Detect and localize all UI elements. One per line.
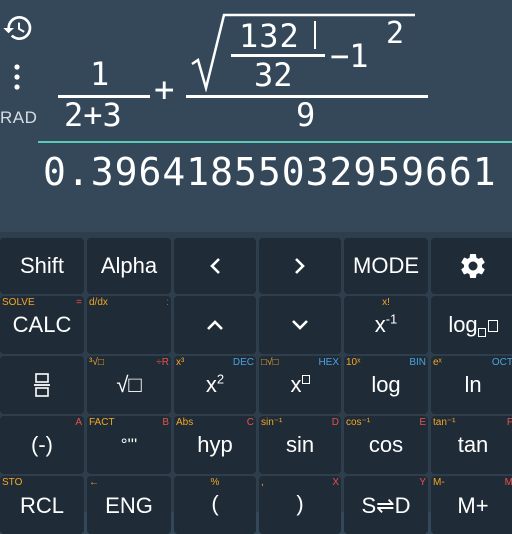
fraction-decimal-toggle-button[interactable]: Y S⇌D — [344, 476, 428, 534]
keypad: Shift Alpha MODE SOLVE = CALC d/dx : x! … — [0, 232, 512, 534]
hyp-button[interactable]: Abs C hyp — [174, 416, 256, 474]
left-paren-button[interactable]: % ( — [174, 476, 256, 534]
gear-icon — [461, 253, 485, 278]
eng-button[interactable]: ← ENG — [87, 476, 171, 534]
settings-button[interactable] — [431, 238, 512, 294]
power-button[interactable]: □√□ HEX x — [259, 356, 341, 414]
log-base-button[interactable]: log — [431, 296, 512, 354]
chevron-left-icon — [210, 258, 220, 274]
result-value: 0.39641855032959661 — [43, 150, 497, 194]
log-button[interactable]: 10ˣ BIN log — [344, 356, 428, 414]
inner-denominator: 32 — [254, 56, 293, 94]
derivative-button[interactable]: d/dx : — [87, 296, 171, 354]
shift-button[interactable]: Shift — [0, 238, 84, 294]
chevron-up-icon — [207, 320, 223, 330]
dms-button[interactable]: FACT B °''' — [87, 416, 171, 474]
chevron-right-icon — [295, 258, 305, 274]
angle-mode-indicator: RAD — [0, 108, 38, 127]
calc-button[interactable]: SOLVE = CALC — [0, 296, 84, 354]
history-icon[interactable] — [2, 12, 34, 44]
frac1-numerator: 1 — [90, 55, 110, 93]
frac1-denominator: 2+3 — [64, 96, 122, 134]
sqrt-button[interactable]: ³√□ ÷R √□ — [87, 356, 171, 414]
memory-plus-button[interactable]: M- M M+ — [431, 476, 512, 534]
cursor-up-button[interactable] — [174, 296, 256, 354]
ln-button[interactable]: eˣ OCT ln — [431, 356, 512, 414]
square-button[interactable]: x³ DEC x2 — [174, 356, 256, 414]
alpha-button[interactable]: Alpha — [87, 238, 171, 294]
mode-button[interactable]: MODE — [344, 238, 428, 294]
minus-one-term: −1 — [330, 37, 369, 75]
cos-button[interactable]: cos⁻¹ E cos — [344, 416, 428, 474]
exponent: 2 — [386, 16, 405, 51]
cursor-left-button[interactable] — [174, 238, 256, 294]
chevron-down-icon — [292, 320, 308, 330]
cursor-down-button[interactable] — [259, 296, 341, 354]
fraction-icon — [34, 373, 50, 397]
negate-button[interactable]: A (-) — [0, 416, 84, 474]
display-area: RAD 1 2+3 + 132 32 −1 2 9 0.396418550329… — [0, 0, 512, 232]
result-divider — [38, 141, 512, 143]
sin-button[interactable]: sin⁻¹ D sin — [259, 416, 341, 474]
tan-button[interactable]: tan⁻¹ F tan — [431, 416, 512, 474]
sqrt-symbol — [191, 13, 415, 92]
recall-button[interactable]: STO RCL — [0, 476, 84, 534]
text-cursor — [314, 21, 316, 49]
more-options-icon[interactable] — [9, 62, 25, 92]
reciprocal-button[interactable]: x! x-1 — [344, 296, 428, 354]
cursor-right-button[interactable] — [259, 238, 341, 294]
inner-numerator: 132 — [239, 17, 300, 55]
outer-denominator: 9 — [296, 96, 316, 134]
plus-operator: + — [154, 70, 175, 110]
fraction-button[interactable] — [0, 356, 84, 414]
right-paren-button[interactable]: , X ) — [259, 476, 341, 534]
